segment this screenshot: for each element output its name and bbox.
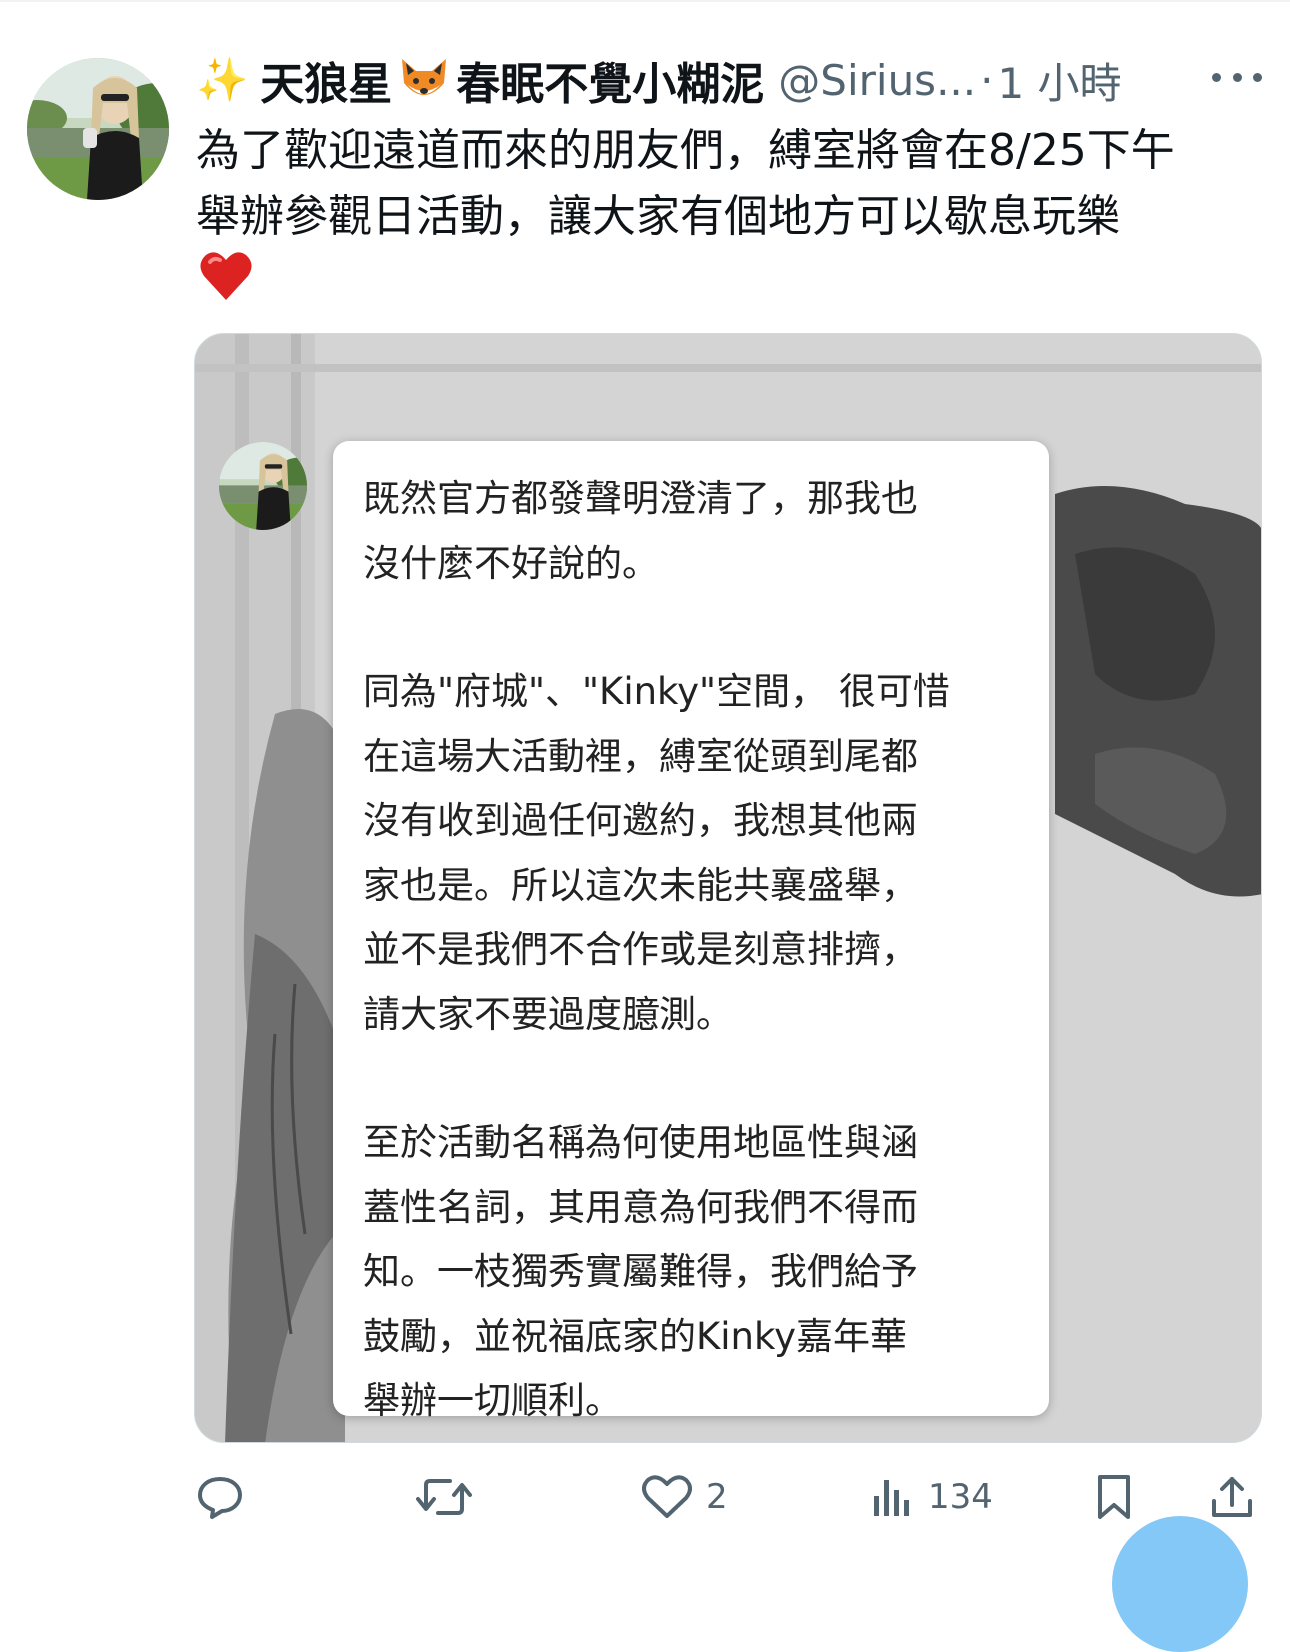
bookmark-button[interactable] — [1094, 1465, 1134, 1529]
heart-icon — [642, 1475, 692, 1518]
views-button[interactable]: 134 — [870, 1465, 993, 1529]
note-line: 家也是。所以這次未能共襄盛舉， — [363, 863, 918, 907]
top-divider — [0, 0, 1290, 2]
media-image[interactable]: 既然官方都發聲明澄清了，那我也 沒什麼不好說的。 同為"府城"、"Kinky"空… — [194, 333, 1262, 1443]
reply-icon — [198, 1477, 242, 1519]
note-line: 鼓勵，並祝福底家的Kinky嘉年華 — [363, 1314, 907, 1358]
note-line: 並不是我們不合作或是刻意排擠， — [363, 928, 918, 971]
like-button[interactable]: 2 — [642, 1465, 728, 1529]
tweet-text-line: 舉辦參觀日活動，讓大家有個地方可以歇息玩樂 — [196, 191, 1120, 242]
note-line: 至於活動名稱為何使用地區性與涵 — [363, 1121, 918, 1164]
separator-dot: · — [980, 55, 994, 105]
note-line: 蓋性名詞，其用意為何我們不得而 — [363, 1185, 918, 1229]
tweet-header: ✨ 天狼星 春眠不覺小糊泥 @Sirius... · 1 小時 — [196, 48, 1276, 112]
share-icon — [1212, 1477, 1252, 1517]
note-line: 舉辦一切順利。 — [363, 1379, 622, 1422]
note-line: 沒什麼不好說的。 — [363, 541, 659, 585]
note-line: 沒有收到過任何邀約，我想其他兩 — [363, 799, 918, 842]
bookmark-icon — [1098, 1475, 1130, 1519]
view-count: 134 — [928, 1477, 993, 1517]
action-bar: 2 134 — [190, 1465, 1270, 1529]
tweet-text-line: 為了歡迎遠道而來的朋友們，縛室將會在8/25下午 — [196, 125, 1175, 176]
note-line: 既然官方都發聲明澄清了，那我也 — [363, 477, 918, 520]
note-line: 知。一枝獨秀實屬難得，我們給予 — [363, 1250, 918, 1293]
note-author-avatar — [219, 442, 307, 530]
like-count: 2 — [706, 1477, 728, 1517]
display-name-part1[interactable]: 天狼星 — [260, 48, 392, 112]
timestamp[interactable]: 1 小時 — [997, 50, 1121, 111]
note-line: 在這場大活動裡，縛室從頭到尾都 — [363, 734, 918, 778]
tweet-text: 為了歡迎遠道而來的朋友們，縛室將會在8/25下午 舉辦參觀日活動，讓大家有個地方… — [196, 118, 1276, 250]
statement-note: 既然官方都發聲明澄清了，那我也 沒什麼不好說的。 同為"府城"、"Kinky"空… — [333, 441, 1049, 1422]
retweet-button[interactable] — [416, 1465, 472, 1529]
views-icon — [874, 1480, 909, 1516]
user-handle[interactable]: @Sirius... — [778, 56, 976, 105]
note-line: 請大家不要過度臆測。 — [363, 992, 733, 1036]
sparkle-emoji: ✨ — [196, 55, 249, 104]
statement-text: 既然官方都發聲明澄清了，那我也 沒什麼不好說的。 同為"府城"、"Kinky"空… — [363, 467, 1043, 1434]
display-name-part2[interactable]: 春眠不覺小糊泥 — [456, 48, 764, 112]
heart-emoji-icon — [200, 252, 252, 300]
share-button[interactable] — [1208, 1465, 1256, 1529]
compose-button[interactable] — [1112, 1516, 1248, 1652]
fox-emoji-icon — [402, 59, 447, 95]
note-line: 同為"府城"、"Kinky"空間， 很可惜 — [363, 670, 950, 713]
retweet-icon — [416, 1479, 472, 1515]
reply-button[interactable] — [196, 1465, 244, 1529]
more-options-icon[interactable] — [1212, 62, 1262, 92]
author-avatar[interactable] — [27, 58, 169, 200]
